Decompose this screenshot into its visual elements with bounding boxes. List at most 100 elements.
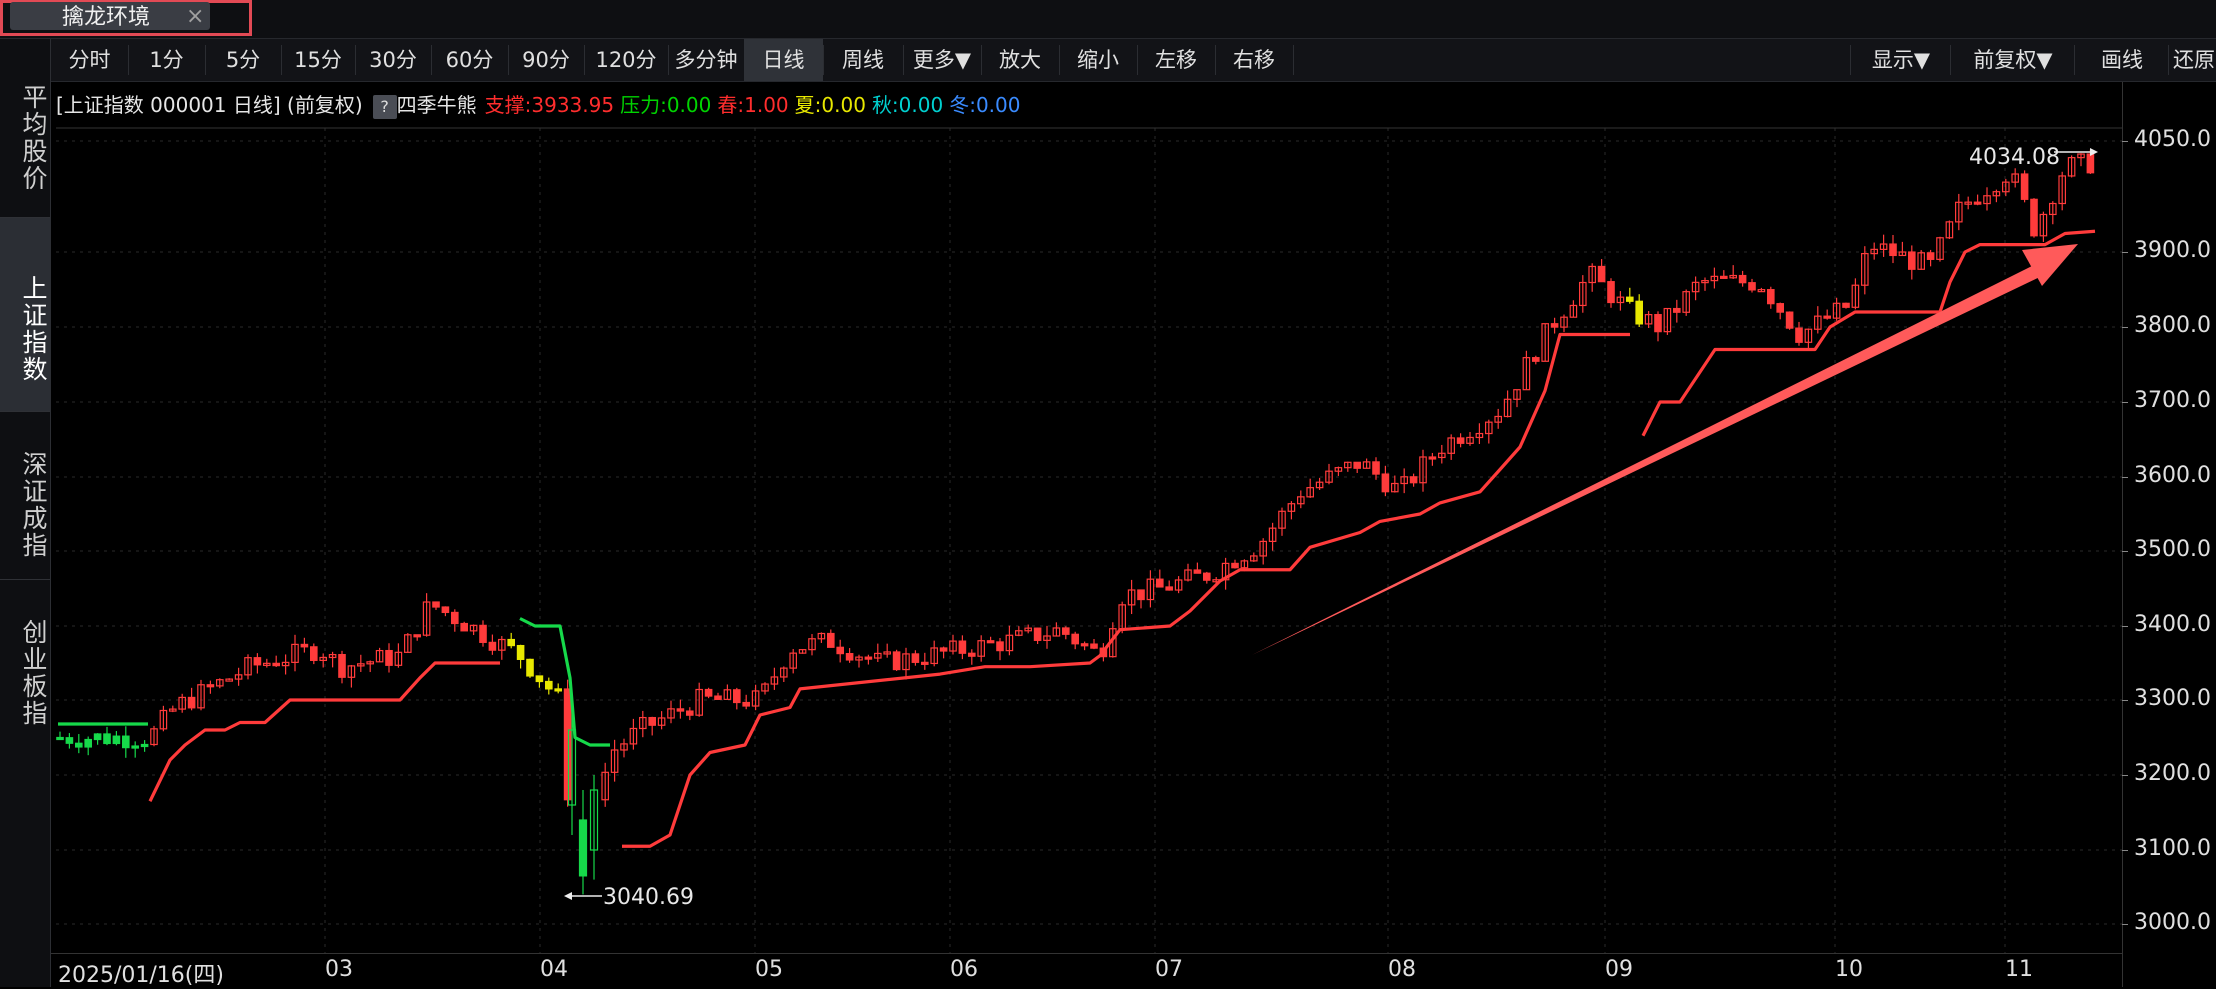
candle-body — [479, 624, 487, 643]
candle-body — [563, 688, 572, 801]
candle-body — [507, 638, 516, 647]
candle-body — [56, 736, 64, 741]
candle-body — [1080, 643, 1089, 647]
date-tick-label: 03 — [325, 957, 353, 982]
candle-body — [845, 653, 854, 661]
candle-body — [1672, 307, 1681, 313]
price-tick-label: 3900.0 — [2134, 238, 2211, 263]
candle-body — [187, 696, 196, 709]
date-tick-label: 04 — [540, 957, 568, 982]
price-tick-mark — [2122, 402, 2128, 403]
candle-body — [1456, 437, 1465, 444]
candle-body — [1926, 252, 1935, 260]
candle-body — [1625, 296, 1634, 302]
candle-body — [1597, 265, 1606, 283]
date-tick-label: 05 — [755, 957, 783, 982]
price-tick-mark — [2122, 551, 2128, 552]
low-marker-icon — [564, 892, 572, 900]
support-line — [148, 661, 500, 802]
support-line — [622, 332, 1630, 848]
candle-body — [1531, 357, 1540, 362]
candle-body — [1033, 627, 1042, 641]
candle-body — [432, 601, 440, 608]
candle-body — [103, 733, 111, 745]
price-tick-label: 3000.0 — [2134, 910, 2211, 935]
candle-body — [1795, 327, 1803, 343]
candle-body — [526, 658, 534, 677]
candle-body — [1823, 315, 1832, 319]
candle-body — [685, 710, 694, 716]
price-tick-mark — [2122, 850, 2128, 851]
candle-body — [460, 622, 469, 632]
candle-body — [112, 735, 121, 745]
candle-body — [121, 735, 130, 749]
candle-body — [1785, 311, 1794, 329]
price-tick-label: 4050.0 — [2134, 127, 2211, 152]
candle-body — [939, 647, 948, 652]
price-tick-mark — [2122, 327, 2128, 328]
candle-body — [535, 675, 544, 683]
candle-body — [1193, 569, 1202, 574]
candle-body — [1776, 303, 1785, 313]
date-tick-label: 06 — [950, 957, 978, 982]
price-tick-label: 3400.0 — [2134, 612, 2211, 637]
candle-body — [676, 708, 685, 712]
date-tick-label: 10 — [1835, 957, 1863, 982]
price-tick-mark — [2122, 141, 2128, 142]
price-tick-mark — [2122, 700, 2128, 701]
candle-body — [1907, 251, 1916, 270]
candle-body — [300, 643, 309, 648]
candle-body — [1889, 243, 1897, 257]
candle-body — [338, 653, 346, 678]
candle-body — [1607, 281, 1615, 304]
candle-body — [742, 701, 751, 707]
candle-body — [648, 716, 657, 726]
candle-body — [554, 688, 563, 692]
candle-body — [826, 632, 835, 648]
candle-body — [544, 680, 553, 690]
candle-body — [74, 742, 83, 748]
price-tick-label: 3300.0 — [2134, 686, 2211, 711]
candle-body — [131, 745, 140, 749]
price-tick-label: 3800.0 — [2134, 313, 2211, 338]
candle-body — [65, 737, 74, 744]
price-tick-mark — [2122, 252, 2128, 253]
candle-body — [1550, 323, 1559, 328]
candle-body — [2020, 173, 2029, 200]
candle-body — [1842, 302, 1850, 308]
date-tick-label: 11 — [2005, 957, 2033, 982]
price-tick-label: 3100.0 — [2134, 836, 2211, 861]
candle-body — [93, 733, 102, 741]
date-axis-divider — [51, 953, 2122, 954]
candle-body — [140, 743, 149, 748]
price-tick-mark — [2122, 477, 2128, 478]
candle-body — [892, 651, 901, 671]
candle-body — [1748, 282, 1756, 291]
candle-body — [958, 640, 967, 654]
candle-body — [1766, 289, 1775, 305]
candle-body — [1071, 633, 1080, 645]
candle-body — [1202, 572, 1211, 581]
candle-body — [1061, 627, 1070, 635]
candle-body — [310, 646, 318, 662]
candle-body — [920, 661, 929, 665]
candle-body — [864, 656, 873, 660]
candle-body — [272, 662, 281, 667]
date-tick-label: 07 — [1155, 957, 1183, 982]
candle-body — [385, 649, 393, 666]
candle-body — [996, 641, 1004, 652]
candle-body — [2086, 153, 2095, 174]
price-tick-label: 3600.0 — [2134, 463, 2211, 488]
candle-body — [2030, 198, 2038, 237]
candle-body — [1635, 300, 1644, 325]
candle-body — [441, 606, 450, 614]
candle-body — [1231, 562, 1239, 569]
price-tick-mark — [2122, 924, 2128, 925]
date-tick-label: 08 — [1388, 957, 1416, 982]
candle-body — [516, 644, 525, 660]
candle-body — [488, 641, 497, 651]
candle-body — [1381, 473, 1390, 493]
candle-body — [1090, 643, 1098, 649]
candle-body — [1137, 589, 1145, 601]
kline-chart[interactable] — [0, 0, 2216, 987]
